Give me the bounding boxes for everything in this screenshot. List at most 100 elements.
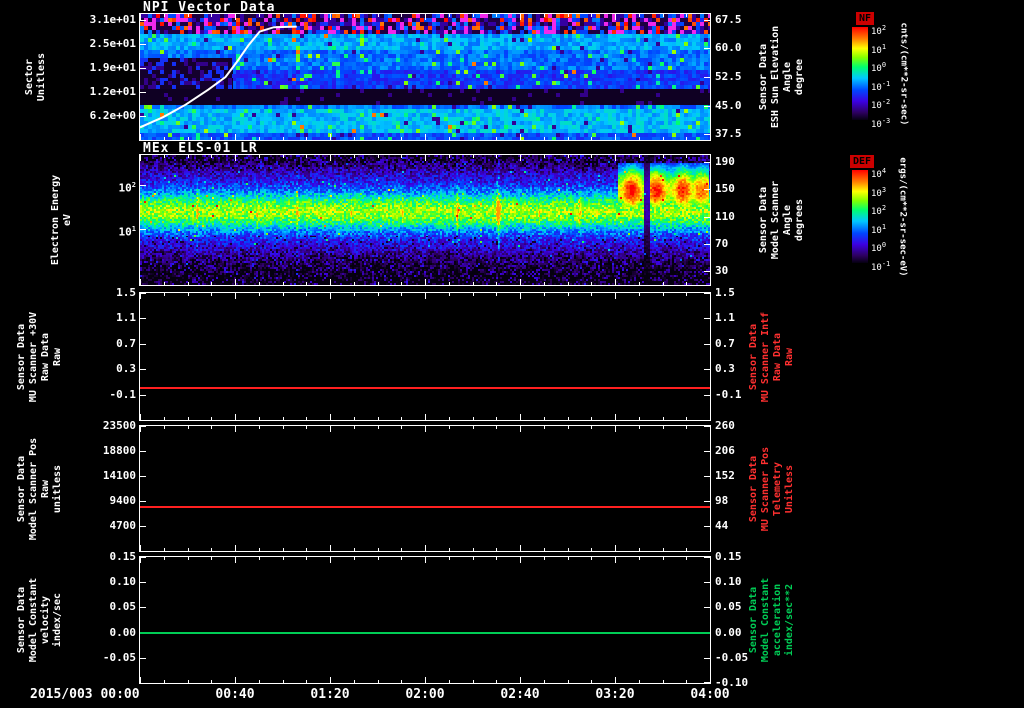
x-tick-mark	[425, 14, 426, 20]
x-tick-mark	[710, 14, 711, 20]
y-tick-mark	[704, 48, 710, 49]
x-tick-mark	[686, 282, 687, 285]
x-tick-mark	[259, 548, 260, 551]
y-tick-label: 1.1	[715, 311, 735, 324]
colorbar-tick-label: 10-3	[871, 117, 891, 130]
x-tick-mark	[686, 680, 687, 683]
y-tick-label: 98	[715, 494, 729, 507]
x-tick-mark	[211, 14, 212, 17]
x-tick-mark	[686, 417, 687, 420]
x-tick-mark	[425, 426, 426, 432]
x-tick-mark	[520, 293, 521, 299]
x-tick-mark	[235, 426, 236, 432]
x-tick-mark	[354, 426, 355, 429]
x-tick-mark	[354, 680, 355, 683]
x-tick-mark	[425, 557, 426, 563]
x-tick-mark	[449, 282, 450, 285]
x-tick-mark	[473, 417, 474, 420]
x-tick-mark	[591, 137, 592, 140]
x-tick-mark	[306, 14, 307, 17]
x-tick-mark	[473, 557, 474, 560]
x-tick-mark	[425, 545, 426, 551]
y-tick-mark	[140, 344, 146, 345]
x-tick-mark	[164, 557, 165, 560]
x-tick-mark	[686, 557, 687, 560]
y-tick-label: 6.2e+00	[89, 109, 136, 122]
x-tick-mark	[473, 426, 474, 429]
y-tick-label: 60.0	[715, 41, 742, 54]
colorbar-tick-label: 100	[871, 241, 887, 254]
spectrogram-display: NPI Vector Data MEx ELS-01 LR Sector Uni…	[0, 0, 1024, 708]
x-tick-mark	[639, 548, 640, 551]
x-tick-mark	[354, 155, 355, 158]
x-tick-mark	[401, 417, 402, 420]
x-tick-mark	[496, 426, 497, 429]
x-tick-mark	[188, 282, 189, 285]
def-colorbar-units: ergs/(cm**2-sr-sec-eV)	[898, 156, 908, 277]
y-tick-mark	[704, 682, 710, 683]
y-tick-label: 1.5	[715, 286, 735, 299]
x-tick-mark	[639, 293, 640, 296]
x-tick-mark	[544, 137, 545, 140]
y-tick-mark	[704, 369, 710, 370]
x-tick-mark	[354, 282, 355, 285]
x-tick-mark	[710, 134, 711, 140]
x-tick-mark	[473, 137, 474, 140]
y-tick-mark	[140, 451, 146, 452]
x-tick-mark	[544, 557, 545, 560]
x-tick-mark	[473, 293, 474, 296]
x-tick-mark	[591, 557, 592, 560]
x-tick-mark	[401, 557, 402, 560]
y-tick-label: 0.10	[715, 575, 742, 588]
x-tick-mark	[306, 426, 307, 429]
x-tick-mark	[306, 282, 307, 285]
x-tick-mark	[591, 680, 592, 683]
y-tick-mark	[140, 68, 146, 69]
x-tick-mark	[283, 557, 284, 560]
y-tick-mark	[704, 476, 710, 477]
y-tick-mark	[704, 271, 710, 272]
x-tick-mark	[330, 14, 331, 20]
x-tick-mark	[663, 137, 664, 140]
x-tick-mark	[306, 137, 307, 140]
x-tick-mark	[425, 677, 426, 683]
y-tick-label: 45.0	[715, 99, 742, 112]
x-tick-mark	[663, 426, 664, 429]
x-tick-mark	[663, 155, 664, 158]
y-tick-mark	[140, 557, 146, 558]
x-tick-mark	[259, 137, 260, 140]
x-tick-mark	[378, 293, 379, 296]
x-tick-mark	[473, 548, 474, 551]
x-tick-mark	[330, 426, 331, 432]
x-tick-mark	[710, 557, 711, 563]
els-heatmap-canvas	[140, 155, 710, 285]
x-tick-mark	[354, 548, 355, 551]
x-tick-mark	[591, 155, 592, 158]
y-tick-mark	[704, 318, 710, 319]
x-tick-mark	[568, 14, 569, 17]
x-tick-mark	[164, 548, 165, 551]
x-tick-mark	[473, 14, 474, 17]
x-tick-mark	[520, 279, 521, 285]
x-tick-mark	[401, 548, 402, 551]
x-tick-mark	[710, 545, 711, 551]
x-tick-mark	[520, 557, 521, 563]
x-tick-mark	[378, 155, 379, 158]
y-tick-label: -0.1	[109, 388, 137, 401]
mu-scanner-30v-axis-label: Sensor Data MU Scanner +30V Raw Data Raw	[16, 311, 63, 402]
x-tick-mark	[211, 417, 212, 420]
y-tick-label: 101	[118, 225, 136, 239]
x-tick-mark	[140, 134, 141, 140]
x-tick-mark	[211, 548, 212, 551]
x-axis-tick-label: 02:00	[405, 687, 445, 702]
y-tick-label: 0.15	[715, 550, 742, 563]
y-tick-label: 1.2e+01	[89, 85, 136, 98]
x-tick-mark	[401, 155, 402, 158]
x-tick-mark	[544, 417, 545, 420]
y-tick-label: 0.00	[109, 626, 137, 639]
x-tick-mark	[449, 293, 450, 296]
x-tick-mark	[520, 155, 521, 161]
x-tick-mark	[211, 137, 212, 140]
x-tick-mark	[164, 137, 165, 140]
x-tick-mark	[663, 14, 664, 17]
